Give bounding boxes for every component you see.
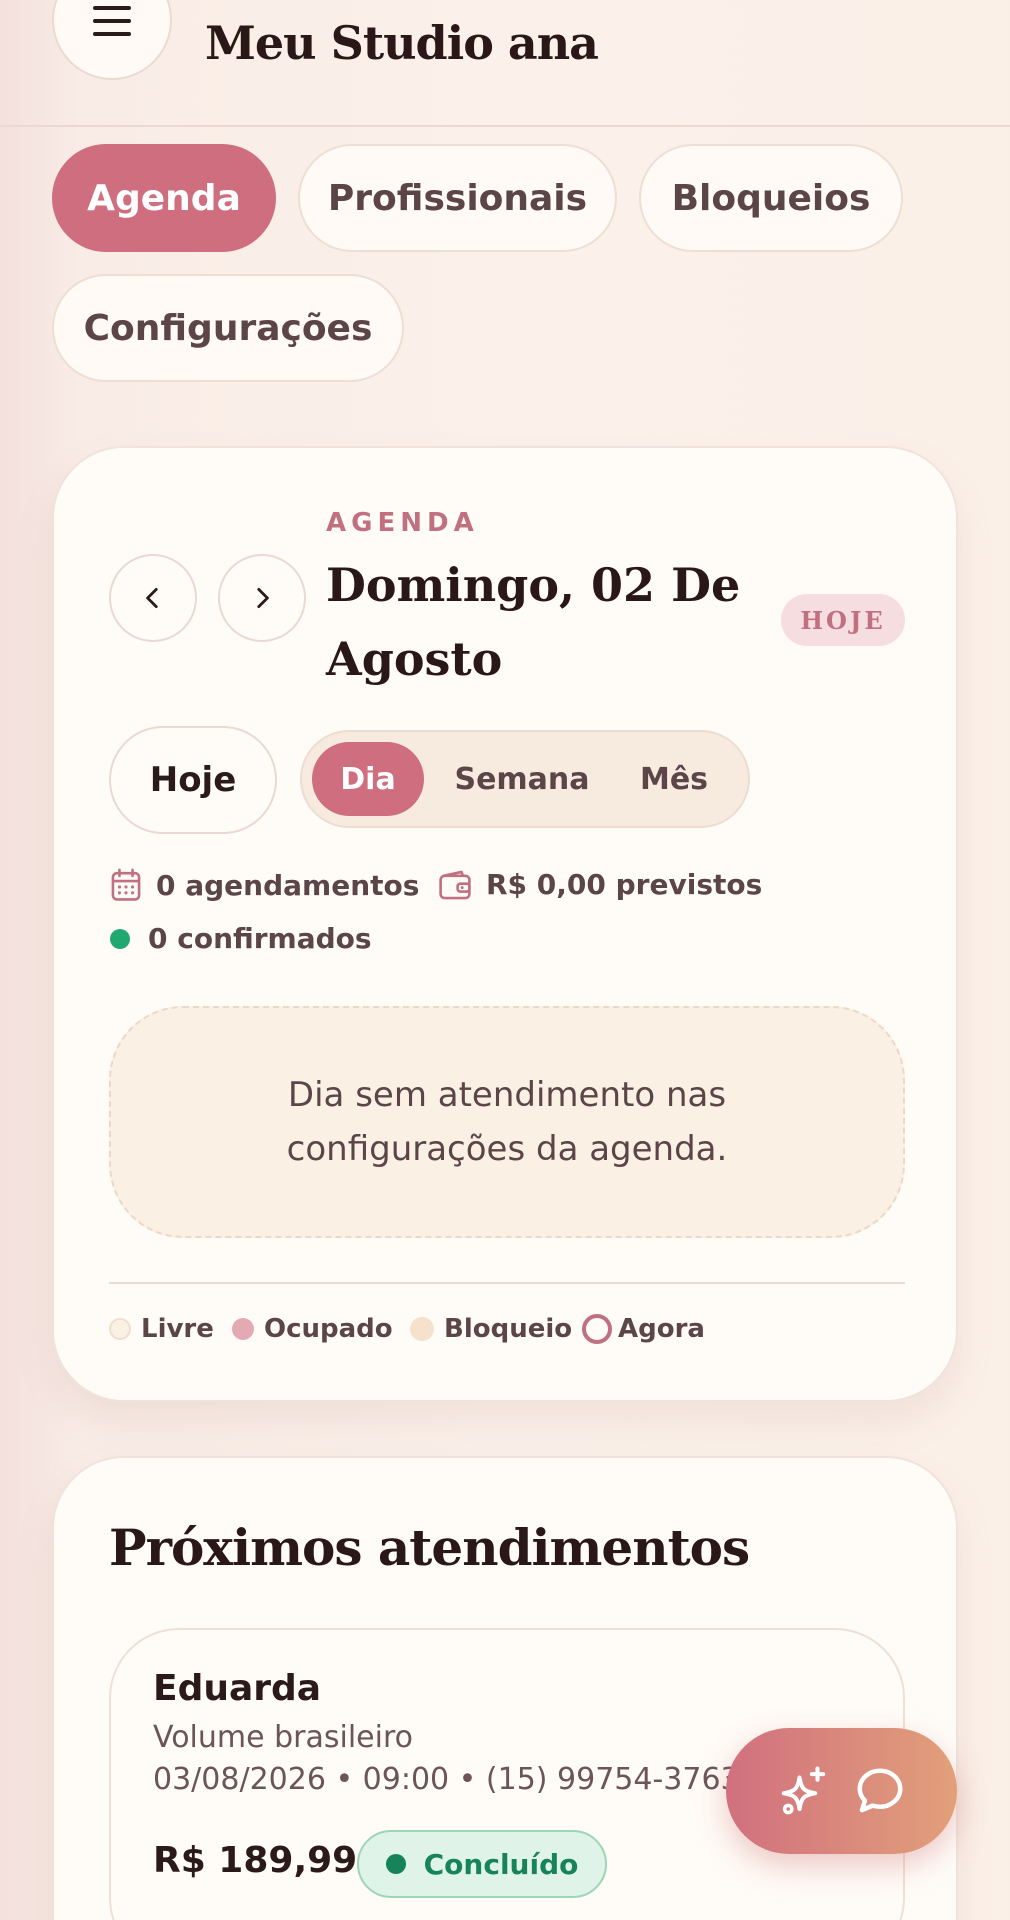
previous-day-button[interactable] — [109, 554, 197, 642]
appointment-meta: 03/08/2026 • 09:00 • (15) 99754-3763 — [153, 1762, 740, 1797]
legend-busy-swatch — [232, 1318, 254, 1340]
legend-blocked-label: Bloqueio — [444, 1314, 573, 1344]
menu-button[interactable] — [52, 0, 172, 80]
tab-agenda[interactable]: Agenda — [52, 144, 276, 252]
confirmed-count: 0 confirmados — [110, 922, 372, 955]
next-day-button[interactable] — [218, 554, 306, 642]
legend-now-swatch — [582, 1314, 612, 1344]
empty-day-line1: Dia sem atendimento nas — [287, 1075, 727, 1115]
tab-configuracoes[interactable]: Configurações — [52, 274, 404, 382]
wallet-icon — [439, 870, 471, 899]
legend-busy-label: Ocupado — [264, 1314, 393, 1344]
legend-now-label: Agora — [618, 1314, 705, 1344]
divider — [109, 1282, 905, 1284]
forecast-revenue: R$ 0,00 previstos — [438, 868, 762, 901]
chevron-right-icon — [257, 587, 269, 609]
confirmed-dot-icon — [110, 928, 130, 949]
legend-now: Agora — [582, 1314, 705, 1344]
appointments-count: 0 agendamentos — [110, 868, 419, 902]
legend-blocked-swatch — [410, 1317, 434, 1341]
tab-bloqueios[interactable]: Bloqueios — [639, 144, 903, 252]
chevron-left-icon — [146, 587, 158, 609]
view-mode-toggle: Dia Semana Mês — [300, 730, 750, 828]
appointment-service: Volume brasileiro — [153, 1720, 413, 1755]
legend-blocked: Bloqueio — [410, 1314, 572, 1344]
date-title-line2: Agosto — [326, 632, 503, 686]
legend-busy: Ocupado — [232, 1314, 393, 1344]
forecast-revenue-label: R$ 0,00 previstos — [486, 868, 763, 901]
empty-day-message: Dia sem atendimento nas configurações da… — [109, 1006, 905, 1238]
chat-bubble-icon — [857, 1768, 902, 1813]
confirmed-count-label: 0 confirmados — [148, 922, 372, 955]
status-badge: Concluído — [357, 1830, 607, 1898]
agenda-card: AGENDA Domingo, 02 De Agosto HOJE Hoje D… — [52, 446, 958, 1402]
hamburger-icon — [93, 6, 131, 36]
app-title: Meu Studio ana — [205, 16, 599, 70]
assistant-fab[interactable] — [726, 1728, 957, 1854]
tab-profissionais[interactable]: Profissionais — [298, 144, 617, 252]
view-mode-week[interactable]: Semana — [438, 742, 606, 816]
sparkles-icon — [781, 1766, 825, 1815]
date-title-line1: Domingo, 02 De — [326, 558, 741, 612]
go-to-today-button[interactable]: Hoje — [109, 726, 277, 834]
view-mode-day[interactable]: Dia — [312, 742, 424, 816]
status-dot-icon — [385, 1854, 406, 1874]
upcoming-title: Próximos atendimentos — [109, 1518, 750, 1577]
calendar-icon — [111, 868, 141, 901]
legend-free-swatch — [109, 1318, 131, 1340]
status-label: Concluído — [423, 1847, 579, 1881]
legend-free: Livre — [109, 1314, 214, 1344]
empty-day-line2: configurações da agenda. — [286, 1129, 728, 1169]
agenda-kicker: AGENDA — [326, 508, 479, 538]
legend-free-label: Livre — [141, 1314, 214, 1344]
today-badge: HOJE — [781, 594, 905, 646]
app-header: Meu Studio ana — [0, 0, 1010, 127]
appointments-count-label: 0 agendamentos — [156, 868, 420, 902]
appointment-client: Eduarda — [153, 1668, 322, 1709]
view-mode-month[interactable]: Mês — [618, 742, 730, 816]
appointment-price: R$ 189,99 — [153, 1840, 358, 1881]
